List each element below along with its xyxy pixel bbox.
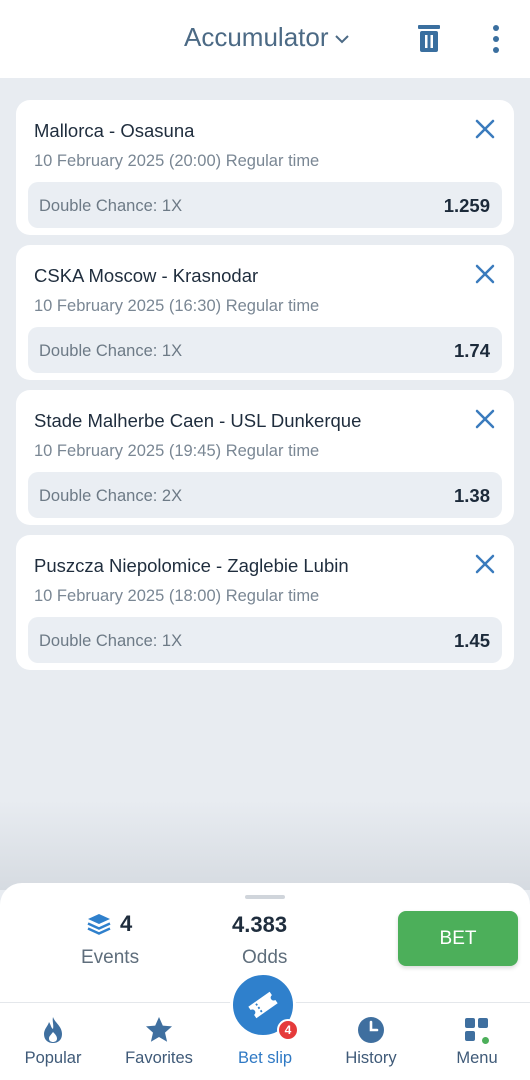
- match-date: 10 February 2025 (20:00) Regular time: [34, 152, 320, 170]
- bet-card: Stade Malherbe Caen - USL Dunkerque 10 F…: [16, 390, 514, 525]
- nav-item-popular[interactable]: Popular: [0, 1003, 106, 1080]
- close-icon[interactable]: [474, 118, 496, 140]
- more-options-button[interactable]: [486, 22, 506, 56]
- bet-slip-list: Mallorca - Osasuna 10 February 2025 (20:…: [16, 100, 514, 670]
- market-row: Double Chance: 1X 1.259: [28, 182, 502, 228]
- nav-label: Bet slip: [237, 1049, 293, 1067]
- nav-label: Favorites: [125, 1049, 193, 1067]
- more-vertical-icon: [493, 25, 499, 53]
- bet-odds: 1.45: [453, 630, 490, 651]
- market-row: Double Chance: 2X 1.38: [28, 472, 502, 518]
- bet-type-selector[interactable]: Accumulator: [184, 22, 349, 53]
- market-row: Double Chance: 1X 1.45: [28, 617, 502, 663]
- nav-label: History: [345, 1049, 397, 1067]
- odds-label: Odds: [242, 947, 288, 968]
- trash-icon: [418, 25, 440, 52]
- match-date: 10 February 2025 (18:00) Regular time: [34, 587, 320, 605]
- market-label: Double Chance: 1X: [39, 197, 183, 215]
- flame-icon: [44, 1017, 62, 1043]
- nav-item-menu[interactable]: Menu: [424, 1003, 530, 1080]
- bet-count-badge: 4: [277, 1019, 299, 1041]
- bet-type-label: Accumulator: [184, 22, 329, 52]
- bet-card: Puszcza Niepolomice - Zaglebie Lubin 10 …: [16, 535, 514, 670]
- layers-icon: [87, 914, 111, 935]
- match-date: 10 February 2025 (16:30) Regular time: [34, 297, 320, 315]
- match-name: CSKA Moscow - Krasnodar: [34, 265, 259, 286]
- match-name: Puszcza Niepolomice - Zaglebie Lubin: [34, 555, 349, 576]
- bet-card: CSKA Moscow - Krasnodar 10 February 2025…: [16, 245, 514, 380]
- ticket-icon: [248, 991, 278, 1019]
- match-date: 10 February 2025 (19:45) Regular time: [34, 442, 320, 460]
- events-count: 4: [86, 911, 132, 937]
- match-name: Stade Malherbe Caen - USL Dunkerque: [34, 410, 362, 431]
- total-odds: 4.383: [232, 912, 288, 937]
- top-bar: Accumulator: [0, 0, 530, 78]
- events-label: Events: [81, 947, 140, 968]
- match-name: Mallorca - Osasuna: [34, 120, 195, 141]
- events-number: 4: [120, 911, 133, 936]
- menu-notification-dot: [480, 1035, 491, 1046]
- nav-label: Popular: [24, 1049, 82, 1067]
- clock-icon: [358, 1017, 384, 1043]
- bet-odds: 1.259: [443, 195, 490, 216]
- market-label: Double Chance: 1X: [39, 632, 183, 650]
- drag-handle[interactable]: [245, 895, 285, 899]
- close-icon[interactable]: [474, 408, 496, 430]
- bet-odds: 1.74: [453, 340, 490, 361]
- place-bet-button[interactable]: BET: [398, 911, 518, 966]
- market-label: Double Chance: 1X: [39, 342, 183, 360]
- bet-card: Mallorca - Osasuna 10 February 2025 (20:…: [16, 100, 514, 235]
- close-icon[interactable]: [474, 263, 496, 285]
- market-row: Double Chance: 1X 1.74: [28, 327, 502, 373]
- chevron-down-icon: [334, 34, 349, 43]
- nav-item-favorites[interactable]: Favorites: [106, 1003, 212, 1080]
- nav-item-history[interactable]: History: [318, 1003, 424, 1080]
- sheet-shadow: [0, 800, 530, 890]
- bet-odds: 1.38: [453, 485, 490, 506]
- market-label: Double Chance: 2X: [39, 487, 183, 505]
- clear-slip-button[interactable]: [415, 22, 443, 56]
- close-icon[interactable]: [474, 553, 496, 575]
- star-icon: [146, 1017, 172, 1042]
- nav-label: Menu: [456, 1049, 498, 1067]
